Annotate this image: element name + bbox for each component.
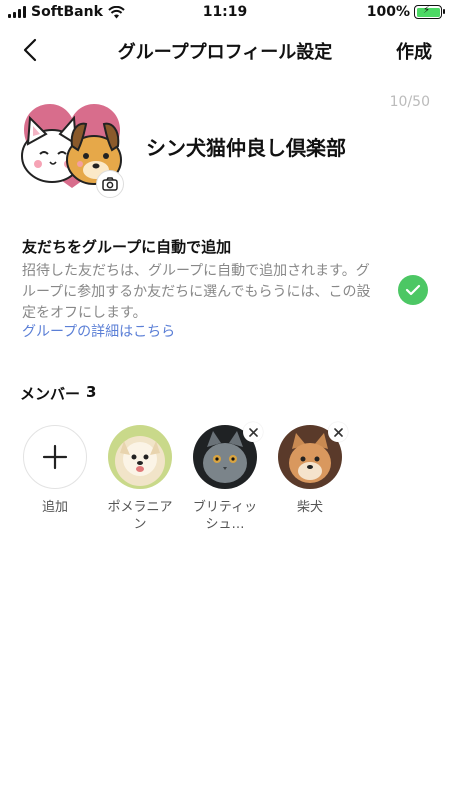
remove-member-button[interactable] [328,422,348,442]
member-name: ポメラニアン [107,500,173,532]
member-avatar[interactable] [278,422,348,489]
change-photo-button[interactable] [96,170,124,198]
member-item[interactable]: ブリティッシュ… [190,422,263,533]
camera-icon [102,177,118,191]
status-right: 100% ⚡ [366,4,445,20]
member-name: 柴犬 [296,500,323,515]
battery-percent: 100% [366,4,410,20]
auto-add-title: 友だちをグループに自動で追加 [22,238,232,256]
remove-member-button[interactable] [243,422,263,442]
group-details-link[interactable]: グループの詳細はこちら [22,321,175,341]
add-member-circle[interactable] [23,425,87,489]
char-counter: 10/50 [389,94,430,110]
members-heading: メンバー 3 [20,383,96,404]
members-count: 3 [86,383,97,401]
members-label: メンバー [20,385,81,403]
checkmark-icon [405,284,421,296]
battery-icon: ⚡ [414,5,445,19]
status-bar: SoftBank 11:19 100% ⚡ [0,0,450,26]
close-icon [333,427,343,437]
auto-add-checkbox[interactable] [398,275,428,305]
plus-icon [42,444,68,470]
member-name: ブリティッシュ… [192,500,258,532]
member-item[interactable]: 柴犬 [275,422,348,516]
nav-header: グループプロフィール設定 作成 [0,28,450,72]
create-button[interactable]: 作成 [396,38,432,64]
add-member-button[interactable]: 追加 [20,425,90,516]
member-item[interactable]: ポメラニアン [105,425,175,533]
member-avatar[interactable] [193,422,263,489]
pomeranian-photo [108,425,172,489]
close-icon [248,427,258,437]
add-member-label: 追加 [41,500,68,515]
group-name-input[interactable]: シン犬猫仲良し倶楽部 [146,132,346,161]
member-avatar[interactable] [108,425,172,489]
auto-add-description: 招待した友だちは、グループに自動で追加されます。グループに参加するか友だちに選ん… [22,263,371,321]
page-title: グループプロフィール設定 [117,42,333,63]
